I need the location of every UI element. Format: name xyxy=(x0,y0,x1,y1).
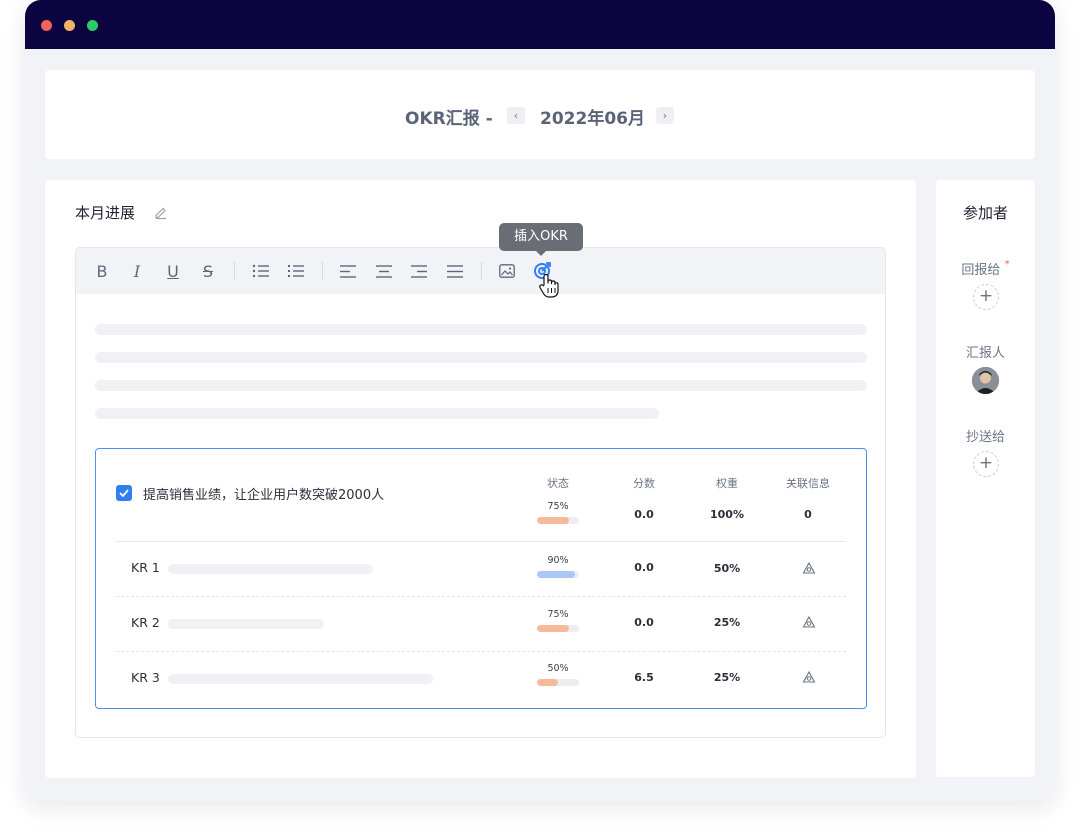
kr-score: 6.5 xyxy=(634,671,654,684)
kr-weight: 25% xyxy=(713,671,741,684)
text-placeholder-line xyxy=(95,380,867,391)
align-center-icon[interactable] xyxy=(373,260,395,282)
objective-title: 提高销售业绩，让企业用户数突破2000人 xyxy=(143,488,385,503)
image-icon[interactable] xyxy=(496,260,518,282)
app-window: OKR汇报 - ‹ 2022年06月 › 本月进展 B I U S 提高销售业绩… xyxy=(25,0,1055,801)
kr-progress-label: 90% xyxy=(547,555,569,566)
column-header-links: 关联信息 xyxy=(786,477,830,490)
kr-score: 0.0 xyxy=(634,561,654,574)
participants-panel: 参加者 回报给 * + 汇报人 抄送给 + xyxy=(936,180,1035,777)
hand-cursor-icon xyxy=(537,273,561,299)
kr-progress-bar xyxy=(537,625,579,632)
kr-label: KR 3 xyxy=(131,670,160,685)
bullet-list-icon[interactable] xyxy=(250,260,272,282)
reporter-label: 汇报人 xyxy=(965,346,1005,361)
link-info-icon[interactable] xyxy=(802,670,816,684)
rich-text-editor[interactable]: B I U S 提高销售业绩，让企业用户数突破2000人 状态 分数 权重 关联… xyxy=(75,247,886,738)
bold-button[interactable]: B xyxy=(91,260,113,282)
kr-label: KR 1 xyxy=(131,560,160,575)
kr-weight: 25% xyxy=(713,616,741,629)
column-header-weight: 权重 xyxy=(716,477,738,490)
justify-icon[interactable] xyxy=(444,260,466,282)
page-title: OKR汇报 - xyxy=(405,109,493,129)
close-window-button[interactable] xyxy=(41,20,52,31)
link-info-icon[interactable] xyxy=(802,561,816,575)
report-to-label: 回报给 * xyxy=(961,259,1010,278)
toolbar-divider xyxy=(322,262,323,280)
kr-progress-bar xyxy=(537,679,579,686)
objective-checkbox[interactable] xyxy=(116,485,132,501)
prev-month-button[interactable]: ‹ xyxy=(507,107,525,124)
report-header: OKR汇报 - ‹ 2022年06月 › xyxy=(45,70,1035,159)
minimize-window-button[interactable] xyxy=(64,20,75,31)
objective-progress-label: 75% xyxy=(547,501,569,512)
row-divider xyxy=(116,596,846,597)
objective-weight: 100% xyxy=(710,508,744,521)
edit-icon[interactable] xyxy=(153,204,169,220)
strikethrough-button[interactable]: S xyxy=(197,260,219,282)
kr-weight: 50% xyxy=(713,562,741,575)
add-report-to-button[interactable]: + xyxy=(973,284,999,310)
next-month-button[interactable]: › xyxy=(656,107,674,124)
text-placeholder-line xyxy=(95,324,867,335)
section-title: 本月进展 xyxy=(75,204,136,222)
italic-button[interactable]: I xyxy=(126,260,148,282)
text-placeholder-line xyxy=(95,352,867,363)
toolbar-divider xyxy=(481,262,482,280)
kr-label: KR 2 xyxy=(131,615,160,630)
kr-progress-bar xyxy=(537,571,579,578)
maximize-window-button[interactable] xyxy=(87,20,98,31)
row-divider xyxy=(116,541,846,542)
kr-title-placeholder xyxy=(168,619,324,629)
avatar[interactable] xyxy=(972,367,999,394)
add-cc-button[interactable]: + xyxy=(973,451,999,477)
progress-section: 本月进展 B I U S 提高销售业绩，让企业用户数突破2000人 状态 分数 … xyxy=(45,180,916,778)
column-header-score: 分数 xyxy=(633,477,655,490)
participants-title: 参加者 xyxy=(962,204,1008,222)
numbered-list-icon[interactable] xyxy=(285,260,307,282)
text-placeholder-line xyxy=(95,408,659,419)
kr-title-placeholder xyxy=(168,674,433,684)
objective-progress-bar xyxy=(537,517,579,524)
align-right-icon[interactable] xyxy=(408,260,430,282)
kr-title-placeholder xyxy=(168,564,373,574)
toolbar-divider xyxy=(234,262,235,280)
okr-card[interactable]: 提高销售业绩，让企业用户数突破2000人 状态 分数 权重 关联信息 75% 0… xyxy=(95,448,867,709)
objective-score: 0.0 xyxy=(634,508,654,521)
period-label: 2022年06月 xyxy=(540,109,645,129)
kr-progress-label: 75% xyxy=(547,609,569,620)
kr-score: 0.0 xyxy=(634,616,654,629)
link-info-icon[interactable] xyxy=(802,615,816,629)
row-divider xyxy=(116,651,846,652)
insert-okr-tooltip: 插入OKR xyxy=(499,223,583,256)
title-bar xyxy=(25,0,1055,49)
cc-label: 抄送给 xyxy=(965,430,1005,445)
underline-button[interactable]: U xyxy=(162,260,184,282)
objective-links-count: 0 xyxy=(804,508,812,521)
editor-toolbar: B I U S xyxy=(76,248,885,294)
align-left-icon[interactable] xyxy=(337,260,359,282)
column-header-status: 状态 xyxy=(547,477,569,490)
kr-progress-label: 50% xyxy=(547,663,569,674)
